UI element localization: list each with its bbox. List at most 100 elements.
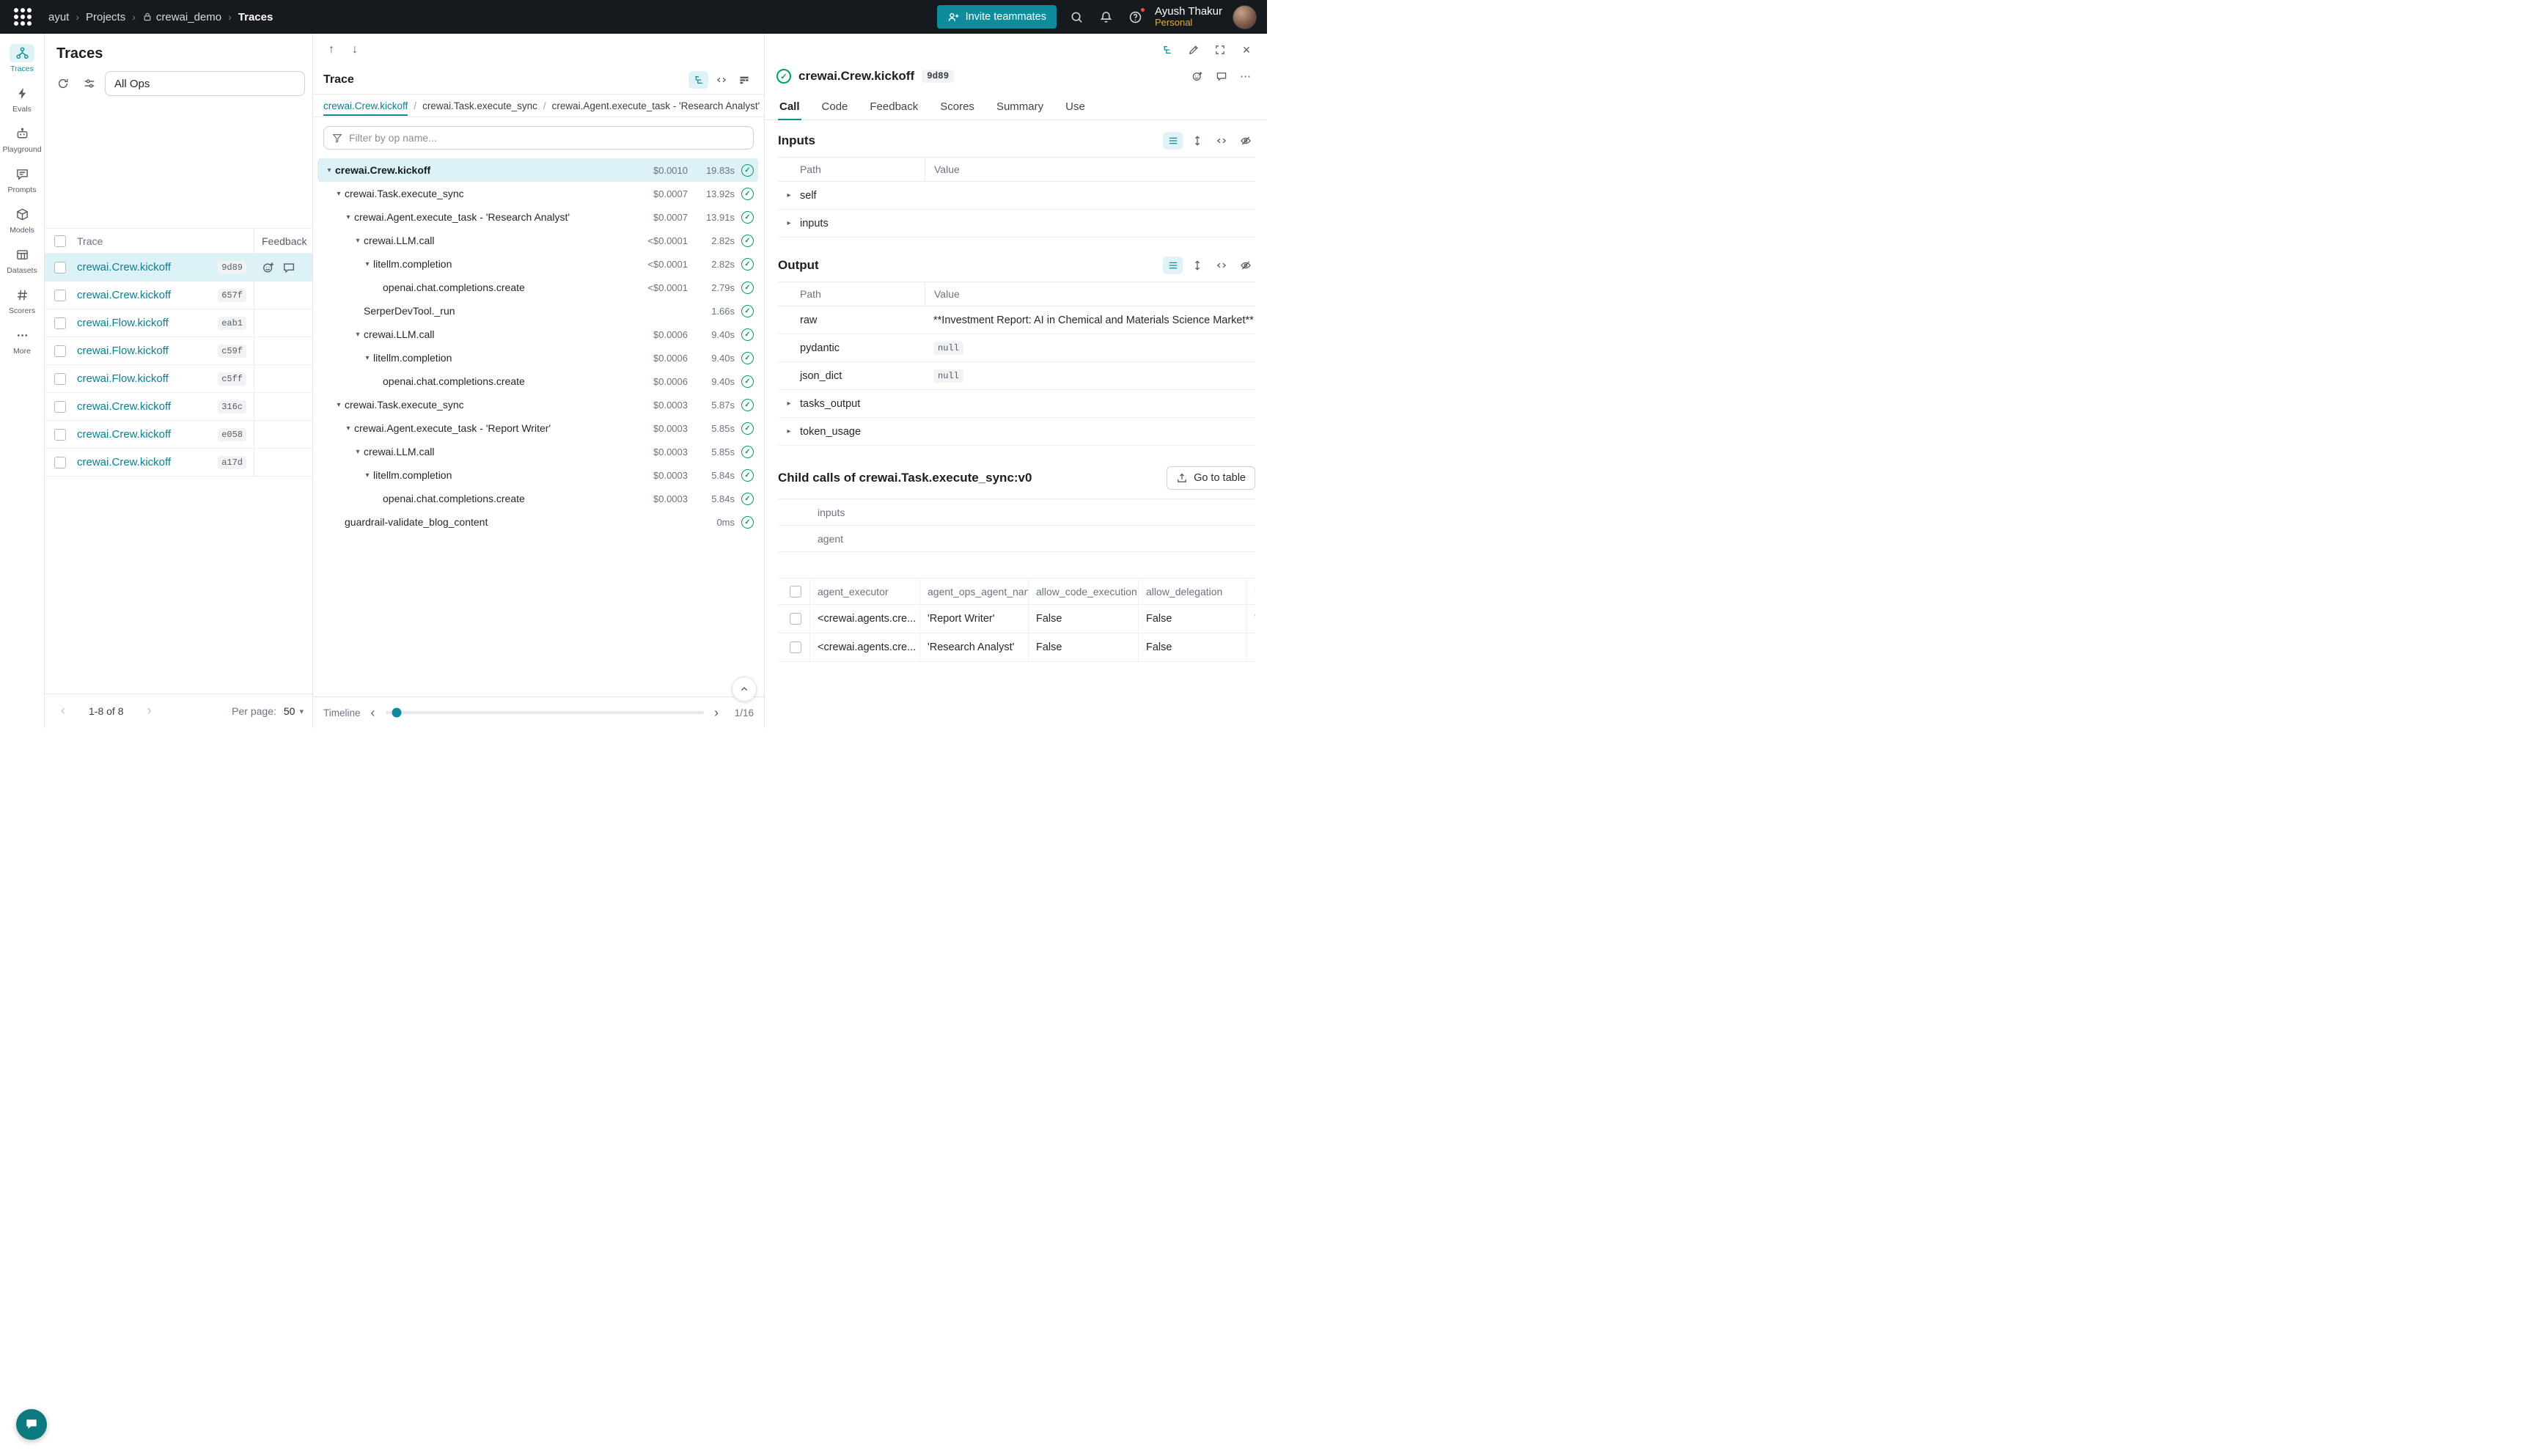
close-icon[interactable]: × [1236, 40, 1257, 59]
trace-op-link[interactable]: crewai.Crew.kickoff [77, 261, 210, 273]
sidebar-item-prompts[interactable]: Prompts [1, 161, 43, 199]
tab-feedback[interactable]: Feedback [868, 94, 919, 120]
timeline-prev-icon[interactable]: ‹ [368, 705, 378, 721]
expandable-row-inputs[interactable]: ▸inputs [778, 210, 1255, 238]
per-page-select[interactable]: 50 ▾ [284, 705, 304, 717]
trace-op-link[interactable]: crewai.Crew.kickoff [77, 428, 210, 441]
collapse-chevron-icon[interactable]: ▾ [352, 237, 364, 245]
ops-filter-dropdown[interactable]: All Ops [105, 71, 305, 96]
sidebar-item-playground[interactable]: Playground [1, 120, 43, 158]
row-checkbox[interactable] [54, 262, 66, 273]
table-row[interactable]: crewai.Crew.kickoff316c [45, 393, 312, 421]
sidebar-item-scorers[interactable]: Scorers [1, 282, 43, 320]
notifications-bell-icon[interactable] [1096, 7, 1115, 26]
collapse-chevron-icon[interactable]: ▾ [342, 213, 354, 221]
tree-node[interactable]: openai.chat.completions.create$0.00069.4… [317, 369, 758, 393]
row-checkbox[interactable] [790, 613, 801, 625]
sidebar-item-evals[interactable]: Evals [1, 80, 43, 118]
row-checkbox[interactable] [54, 373, 66, 385]
timeline-slider[interactable] [386, 711, 704, 714]
tree-node[interactable]: ▾crewai.LLM.call<$0.00012.82s✓ [317, 229, 758, 252]
fullscreen-icon[interactable] [1210, 40, 1230, 59]
code-view-icon[interactable] [711, 71, 731, 89]
breadcrumb-project[interactable]: crewai_demo [142, 11, 221, 23]
json-view-icon[interactable] [1211, 132, 1231, 150]
trace-op-link[interactable]: crewai.Flow.kickoff [77, 345, 210, 357]
table-row[interactable]: <crewai.agents.cre...'Research Analyst'F… [778, 633, 1255, 662]
hide-values-icon[interactable] [1235, 132, 1255, 150]
collapse-chevron-icon[interactable]: ▾ [352, 331, 364, 339]
tree-node[interactable]: ▾crewai.LLM.call$0.00069.40s✓ [317, 323, 758, 346]
table-row[interactable]: crewai.Flow.kickoffc59f [45, 337, 312, 365]
trace-op-link[interactable]: crewai.Crew.kickoff [77, 400, 210, 413]
expand-rows-icon[interactable] [1187, 132, 1207, 150]
json-view-icon[interactable] [1211, 257, 1231, 274]
collapse-chevron-icon[interactable]: ▾ [361, 354, 373, 362]
tree-node[interactable]: ▾crewai.Crew.kickoff$0.001019.83s✓ [317, 158, 758, 182]
trace-crumb[interactable]: crewai.Crew.kickoff [323, 96, 408, 116]
trace-crumb[interactable]: crewai.Task.execute_sync [422, 96, 537, 116]
table-row[interactable]: crewai.Flow.kickoffc5ff [45, 365, 312, 393]
breadcrumb-team[interactable]: ayut [48, 11, 69, 23]
expand-chevron-icon[interactable]: ▸ [778, 191, 800, 199]
collapse-chevron-icon[interactable]: ▾ [361, 260, 373, 268]
expandable-row-tasks_output[interactable]: ▸tasks_output [778, 390, 1255, 418]
table-row[interactable]: crewai.Crew.kickoffe058 [45, 421, 312, 449]
tree-node[interactable]: ▾crewai.Task.execute_sync$0.000713.92s✓ [317, 182, 758, 205]
row-checkbox[interactable] [54, 290, 66, 301]
expandable-row-self[interactable]: ▸self [778, 182, 1255, 210]
tree-node[interactable]: ▾crewai.Task.execute_sync$0.00035.87s✓ [317, 393, 758, 416]
next-call-arrow-icon[interactable]: ↓ [344, 39, 366, 61]
edit-pencil-icon[interactable] [1183, 40, 1204, 59]
add-reaction-icon[interactable] [1187, 67, 1207, 85]
tree-node[interactable]: openai.chat.completions.create$0.00035.8… [317, 487, 758, 510]
timeline-next-icon[interactable]: › [711, 705, 721, 721]
tree-node[interactable]: openai.chat.completions.create<$0.00012.… [317, 276, 758, 299]
filter-settings-icon[interactable] [78, 73, 100, 95]
trace-op-link[interactable]: crewai.Crew.kickoff [77, 456, 210, 468]
tree-node[interactable]: ▾crewai.LLM.call$0.00035.85s✓ [317, 440, 758, 463]
op-filter-input[interactable] [349, 132, 746, 144]
row-checkbox[interactable] [54, 317, 66, 329]
tree-view-icon[interactable] [688, 71, 708, 89]
tree-node[interactable]: ▾crewai.Agent.execute_task - 'Research A… [317, 205, 758, 229]
select-all-checkbox[interactable] [54, 235, 66, 247]
next-page-icon[interactable]: › [139, 703, 158, 719]
rows-view-icon[interactable] [1163, 132, 1183, 150]
avatar[interactable] [1233, 5, 1257, 29]
user-menu[interactable]: Ayush Thakur Personal [1155, 5, 1222, 29]
collapse-chevron-icon[interactable]: ▾ [352, 448, 364, 456]
row-checkbox[interactable] [54, 345, 66, 357]
sidebar-item-datasets[interactable]: Datasets [1, 241, 43, 279]
collapse-chevron-icon[interactable]: ▾ [323, 166, 335, 174]
tab-call[interactable]: Call [778, 94, 801, 120]
hide-values-icon[interactable] [1235, 257, 1255, 274]
select-all-checkbox[interactable] [790, 586, 801, 598]
table-row[interactable]: crewai.Crew.kickoff657f [45, 282, 312, 309]
timeline-handle[interactable] [392, 708, 401, 718]
tab-scores[interactable]: Scores [939, 94, 976, 120]
tree-node[interactable]: guardrail-validate_blog_content0ms✓ [317, 510, 758, 534]
sidebar-item-traces[interactable]: Traces [1, 40, 43, 78]
tab-summary[interactable]: Summary [995, 94, 1045, 120]
collapse-chevron-icon[interactable]: ▾ [342, 424, 354, 433]
flame-graph-icon[interactable] [734, 71, 754, 89]
table-row[interactable]: <crewai.agents.cre...'Report Writer'Fals… [778, 605, 1255, 633]
more-options-icon[interactable]: ⋯ [1235, 67, 1255, 85]
trace-op-link[interactable]: crewai.Crew.kickoff [77, 289, 210, 301]
collapse-chevron-icon[interactable]: ▾ [333, 190, 345, 198]
sidebar-item-more[interactable]: More [1, 322, 43, 360]
expandable-row-token_usage[interactable]: ▸token_usage [778, 418, 1255, 446]
breadcrumb-page[interactable]: Traces [238, 11, 273, 23]
collapse-chevron-icon[interactable]: ▾ [333, 401, 345, 409]
row-checkbox[interactable] [54, 457, 66, 468]
row-checkbox[interactable] [54, 401, 66, 413]
tree-node[interactable]: ▾litellm.completion$0.00035.84s✓ [317, 463, 758, 487]
expand-chevron-icon[interactable]: ▸ [778, 219, 800, 227]
tab-use[interactable]: Use [1064, 94, 1087, 120]
breadcrumb-projects[interactable]: Projects [86, 11, 125, 23]
tree-node[interactable]: ▾litellm.completion$0.00069.40s✓ [317, 346, 758, 369]
tree-node[interactable]: SerperDevTool._run1.66s✓ [317, 299, 758, 323]
expand-chevron-icon[interactable]: ▸ [778, 427, 800, 435]
search-icon[interactable] [1067, 7, 1086, 26]
